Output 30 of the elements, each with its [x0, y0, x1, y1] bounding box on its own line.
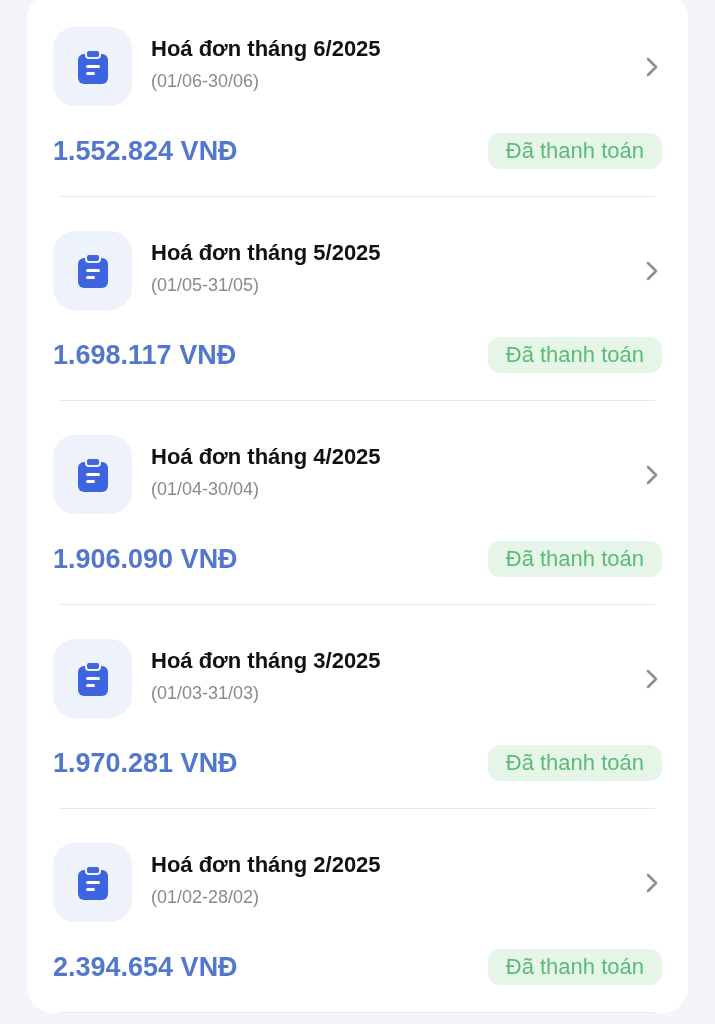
invoice-amount: 2.394.654 VNĐ	[53, 951, 238, 983]
clipboard-icon	[77, 457, 108, 492]
chevron-right-icon[interactable]	[646, 668, 658, 689]
invoice-period: (01/06-30/06)	[151, 69, 261, 92]
clipboard-icon	[77, 865, 108, 900]
invoice-period: (01/05-31/05)	[151, 273, 261, 296]
invoice-amount: 1.552.824 VNĐ	[53, 135, 238, 167]
invoice-period: (01/02-28/02)	[151, 885, 261, 908]
status-badge: Đã thanh toán	[487, 745, 662, 781]
invoice-amount: 1.906.090 VNĐ	[53, 543, 238, 575]
invoice-amount: 1.698.117 VNĐ	[53, 339, 237, 371]
invoice-title: Hoá đơn tháng 3/2025	[151, 647, 382, 674]
chevron-right-icon[interactable]	[646, 260, 658, 281]
chevron-right-icon[interactable]	[646, 56, 658, 77]
invoice-title: Hoá đơn tháng 5/2025	[151, 239, 382, 266]
status-badge: Đã thanh toán	[487, 949, 662, 985]
invoice-title: Hoá đơn tháng 4/2025	[151, 443, 382, 470]
invoice-amount: 1.970.281 VNĐ	[53, 747, 238, 779]
invoice-period: (01/03-31/03)	[151, 681, 261, 704]
chevron-right-icon[interactable]	[646, 464, 658, 485]
status-badge: Đã thanh toán	[487, 337, 662, 373]
chevron-right-icon[interactable]	[646, 872, 658, 893]
clipboard-icon	[77, 253, 108, 288]
invoice-title: Hoá đơn tháng 6/2025	[151, 35, 382, 62]
clipboard-icon	[77, 49, 108, 84]
invoice-period: (01/04-30/04)	[151, 477, 261, 500]
invoice-title: Hoá đơn tháng 2/2025	[151, 851, 382, 878]
status-badge: Đã thanh toán	[487, 541, 662, 577]
status-badge: Đã thanh toán	[487, 133, 662, 169]
clipboard-icon	[77, 661, 108, 696]
